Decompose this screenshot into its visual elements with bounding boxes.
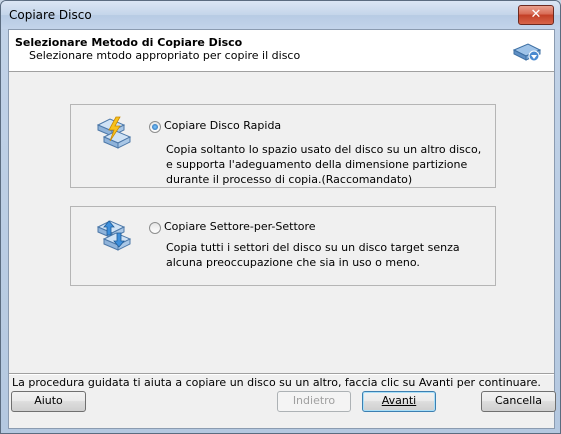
help-button[interactable]: Aiuto [11,391,86,412]
sector-copy-radio[interactable] [149,222,161,234]
disk-copy-icon [512,43,542,62]
quick-copy-radio[interactable] [149,121,161,133]
quick-copy-label[interactable]: Copiare Disco Rapida [164,119,281,132]
cancel-button[interactable]: Cancella [481,391,556,412]
wizard-hint-text: La procedura guidata ti aiuta a copiare … [12,376,541,389]
back-button[interactable]: Indietro [277,391,351,412]
wizard-content: Copiare Disco Rapida Copia soltanto lo s… [9,72,554,389]
option-sector-copy[interactable]: Copiare Settore-per-Settore Copia tutti … [70,206,496,286]
quick-copy-description: Copia soltanto lo spazio usato del disco… [166,143,482,186]
title-bar[interactable]: Copiare Disco ✕ [1,1,560,29]
dialog-client-area: Selezionare Metodo di Copiare Disco Sele… [8,29,556,429]
close-icon: ✕ [530,7,542,22]
button-separator [9,373,554,375]
next-button[interactable]: Avanti [362,391,436,412]
next-button-label: Avanti [381,394,417,407]
close-button[interactable]: ✕ [518,5,554,25]
sector-copy-disk-icon [96,220,132,251]
page-subtitle: Selezionare mtodo appropriato per copire… [29,49,301,62]
quick-copy-disk-icon [96,116,132,149]
window-title: Copiare Disco [9,8,92,22]
sector-copy-label[interactable]: Copiare Settore-per-Settore [164,220,316,233]
wizard-header: Selezionare Metodo di Copiare Disco Sele… [9,30,554,72]
page-title: Selezionare Metodo di Copiare Disco [15,36,243,49]
sector-copy-description: Copia tutti i settori del disco su un di… [166,241,460,269]
option-quick-copy[interactable]: Copiare Disco Rapida Copia soltanto lo s… [70,104,496,188]
dialog-window: Copiare Disco ✕ Selezionare Metodo di Co… [0,0,561,434]
